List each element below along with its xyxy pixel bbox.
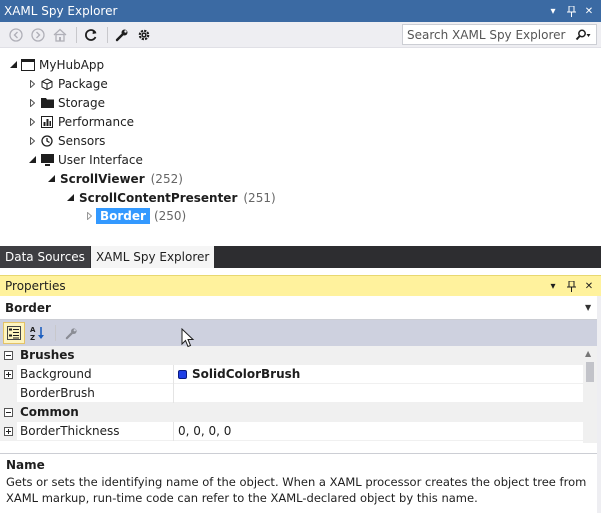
property-grid: Brushes Background SolidColorBrush Borde…: [0, 346, 597, 443]
tree-node-package[interactable]: Package: [25, 74, 108, 93]
property-value[interactable]: 0, 0, 0, 0: [174, 422, 583, 441]
categorized-view-icon[interactable]: [3, 322, 25, 344]
properties-toolbar: AZ: [0, 320, 601, 346]
window-menu-dropdown-icon[interactable]: ▾: [547, 4, 559, 18]
toolbar-separator: [55, 325, 56, 341]
monitor-icon: [39, 152, 55, 168]
selected-object-name: Border: [5, 300, 51, 315]
property-row-borderbrush[interactable]: BorderBrush: [0, 383, 583, 403]
expand-icon[interactable]: [0, 364, 17, 384]
collapse-icon[interactable]: [63, 188, 77, 207]
tree-node-root[interactable]: MyHubApp: [6, 55, 104, 74]
svg-text:Z: Z: [30, 334, 35, 341]
forward-icon[interactable]: [28, 25, 48, 45]
color-swatch: [178, 369, 187, 379]
tree-node-label: Sensors: [58, 133, 106, 148]
property-description: Name Gets or sets the identifying name o…: [0, 453, 597, 511]
tab-data-sources[interactable]: Data Sources: [0, 246, 90, 268]
svg-text:A: A: [30, 326, 36, 334]
explorer-title: XAML Spy Explorer: [4, 4, 118, 18]
close-icon[interactable]: ✕: [583, 279, 595, 293]
tree-node-label: User Interface: [58, 152, 143, 167]
folder-icon: [39, 95, 55, 111]
explorer-search-box[interactable]: [402, 24, 597, 45]
tree-node-storage[interactable]: Storage: [25, 93, 105, 112]
scroll-up-icon[interactable]: ▲: [585, 349, 591, 358]
toolbar-separator: [107, 26, 108, 43]
tree-node-label: ScrollViewer: [60, 171, 145, 186]
chart-icon: [39, 114, 55, 130]
tree-node-count: (250): [153, 208, 187, 223]
property-value[interactable]: [174, 384, 583, 403]
property-row-borderthickness[interactable]: BorderThickness 0, 0, 0, 0: [0, 421, 583, 441]
tab-xaml-spy-explorer[interactable]: XAML Spy Explorer: [90, 246, 215, 268]
refresh-icon[interactable]: [81, 25, 101, 45]
category-row-common[interactable]: Common: [0, 402, 583, 422]
search-input[interactable]: [407, 27, 571, 42]
property-row-background[interactable]: Background SolidColorBrush: [0, 364, 583, 384]
collapse-icon[interactable]: [44, 169, 58, 188]
expand-icon[interactable]: [82, 206, 96, 225]
close-icon[interactable]: ✕: [583, 4, 595, 18]
expand-icon[interactable]: [25, 112, 39, 131]
expand-icon[interactable]: [25, 74, 39, 93]
scrollbar-thumb[interactable]: [586, 362, 594, 382]
tree-node-label: MyHubApp: [39, 57, 105, 72]
mouse-cursor-icon: [181, 328, 195, 348]
search-icon[interactable]: [571, 29, 595, 41]
property-name: BorderBrush: [17, 383, 174, 403]
pin-icon[interactable]: [565, 4, 577, 18]
property-value-background[interactable]: SolidColorBrush: [174, 365, 583, 384]
tree-node-border[interactable]: Border (250): [82, 206, 186, 225]
tree-node-count: (252): [150, 171, 183, 186]
tree-node-scrollcontentpresenter[interactable]: ScrollContentPresenter (251): [63, 188, 276, 207]
tree-node-scrollviewer[interactable]: ScrollViewer (252): [44, 169, 183, 188]
package-icon: [39, 76, 55, 92]
panel-edge: [597, 296, 601, 513]
object-selector[interactable]: Border ▼: [0, 296, 601, 320]
tree-node-label: ScrollContentPresenter: [79, 190, 238, 205]
pin-icon[interactable]: [565, 279, 577, 293]
tree-node-user-interface[interactable]: User Interface: [25, 150, 143, 169]
element-tree: MyHubApp Package Storage Performance Sen…: [0, 48, 601, 246]
home-icon[interactable]: [50, 25, 70, 45]
description-title: Name: [6, 458, 45, 472]
collapse-icon[interactable]: [6, 55, 20, 74]
tree-node-count: (251): [243, 190, 276, 205]
properties-title-bar: Properties ▾ ✕: [0, 275, 601, 296]
explorer-tabstrip: Data Sources XAML Spy Explorer: [0, 246, 601, 268]
properties-title: Properties: [5, 279, 66, 293]
explorer-toolbar: [0, 22, 601, 48]
tree-node-label: Storage: [58, 95, 105, 110]
collapse-icon[interactable]: [0, 402, 17, 422]
tree-node-label: Performance: [58, 114, 135, 129]
wrench-icon[interactable]: [112, 25, 132, 45]
description-text: Gets or sets the identifying name of the…: [6, 475, 587, 505]
property-grid-scrollbar[interactable]: ▲: [583, 346, 597, 443]
expand-icon[interactable]: [0, 421, 17, 441]
tree-node-label-selected: Border: [96, 207, 150, 224]
expand-icon[interactable]: [25, 131, 39, 150]
tree-node-sensors[interactable]: Sensors: [25, 131, 105, 150]
gear-icon[interactable]: [134, 25, 154, 45]
sensor-icon: [39, 133, 55, 149]
wrench-icon[interactable]: [60, 322, 82, 344]
property-name: Background: [17, 364, 174, 384]
category-label: Brushes: [20, 348, 75, 362]
toolbar-separator: [76, 26, 77, 43]
collapse-icon[interactable]: [25, 150, 39, 169]
expand-icon[interactable]: [25, 93, 39, 112]
tree-node-performance[interactable]: Performance: [25, 112, 134, 131]
back-icon[interactable]: [6, 25, 26, 45]
property-value-text: SolidColorBrush: [192, 367, 301, 381]
category-label: Common: [20, 405, 79, 419]
window-icon: [20, 57, 36, 73]
collapse-icon[interactable]: [0, 346, 17, 365]
explorer-title-bar: XAML Spy Explorer ▾ ✕: [0, 0, 601, 22]
window-menu-dropdown-icon[interactable]: ▾: [547, 279, 559, 293]
sort-alphabetical-icon[interactable]: AZ: [27, 322, 49, 344]
category-row-brushes[interactable]: Brushes: [0, 346, 583, 365]
tree-node-label: Package: [58, 76, 108, 91]
property-name: BorderThickness: [17, 421, 174, 441]
